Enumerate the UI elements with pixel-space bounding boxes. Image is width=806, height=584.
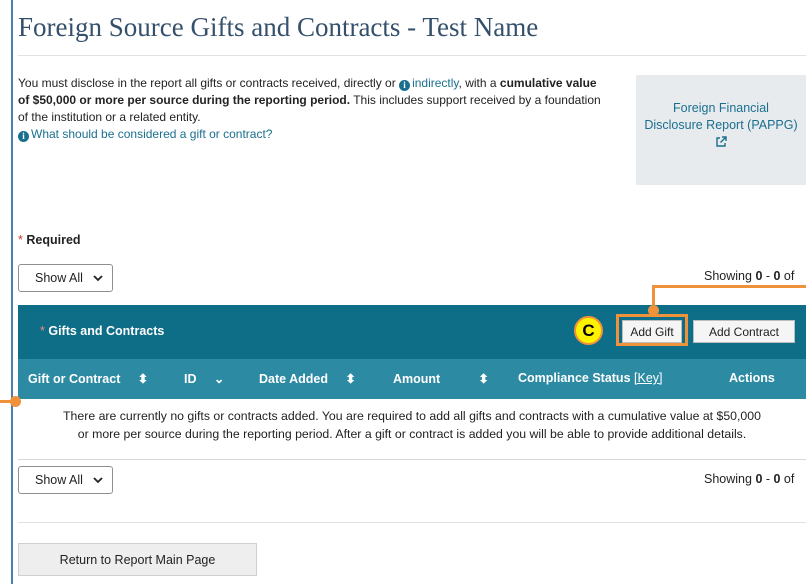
annotation-leader-line bbox=[652, 285, 806, 288]
select-value: Show All bbox=[35, 473, 83, 487]
return-to-report-main-page-button[interactable]: Return to Report Main Page bbox=[18, 543, 257, 576]
column-label: Date Added bbox=[259, 372, 328, 386]
column-header-gift-or-contract[interactable]: Gift or Contract ⬍ bbox=[28, 371, 148, 386]
column-label: ID bbox=[184, 372, 197, 386]
chevron-down-icon bbox=[93, 265, 103, 300]
required-asterisk: * bbox=[40, 324, 45, 338]
page-title: Foreign Source Gifts and Contracts - Tes… bbox=[18, 12, 539, 42]
showing-sep: - bbox=[762, 472, 774, 486]
showing-sep: - bbox=[762, 269, 774, 283]
empty-table-message: There are currently no gifts or contract… bbox=[18, 407, 806, 443]
annotation-highlight-box bbox=[616, 314, 688, 346]
empty-message-line: There are currently no gifts or contract… bbox=[63, 409, 761, 423]
foreign-financial-disclosure-link[interactable]: Foreign Financial Disclosure Report (PAP… bbox=[636, 75, 806, 185]
sort-icon: ⬍ bbox=[345, 372, 356, 386]
showing-prefix: Showing bbox=[704, 269, 756, 283]
showing-suffix: of bbox=[780, 269, 795, 283]
column-header-compliance-status: Compliance Status [Key] bbox=[518, 371, 663, 385]
column-header-amount[interactable]: Amount ⬍ bbox=[393, 371, 489, 386]
footer-divider bbox=[18, 522, 806, 523]
panel-title-text: Gifts and Contracts bbox=[48, 324, 165, 338]
showing-suffix: of bbox=[780, 472, 795, 486]
gift-contract-help-link[interactable]: What should be considered a gift or cont… bbox=[31, 127, 272, 141]
indirectly-link[interactable]: indirectly bbox=[412, 76, 458, 90]
select-value: Show All bbox=[35, 271, 83, 285]
sort-desc-icon: ⌄ bbox=[213, 372, 225, 386]
intro-text: You must disclose in the report all gift… bbox=[18, 75, 608, 143]
showing-count-top: Showing 0 - 0 of bbox=[704, 269, 794, 283]
info-icon: i bbox=[18, 131, 29, 142]
intro-text-part: , with a bbox=[458, 76, 500, 90]
required-note: * Required bbox=[18, 233, 81, 247]
compliance-key-link[interactable]: [Key] bbox=[634, 371, 663, 385]
empty-message-line: or more per source during the reporting … bbox=[77, 427, 747, 441]
chevron-down-icon bbox=[93, 467, 103, 502]
column-header-date-added[interactable]: Date Added ⬍ bbox=[259, 371, 356, 386]
showing-prefix: Showing bbox=[704, 472, 756, 486]
show-all-select-top[interactable]: Show All bbox=[18, 264, 113, 292]
show-all-select-bottom[interactable]: Show All bbox=[18, 466, 113, 494]
sort-icon: ⬍ bbox=[478, 372, 489, 386]
panel-title: * Gifts and Contracts bbox=[40, 324, 164, 338]
title-divider bbox=[18, 55, 806, 56]
table-header-row: Gift or Contract ⬍ ID ⌄ Date Added ⬍ Amo… bbox=[18, 359, 806, 399]
annotation-callout-c: C bbox=[574, 316, 603, 345]
side-box-line1: Foreign Financial bbox=[673, 101, 769, 115]
side-box-line2: Disclosure Report (PAPPG) bbox=[644, 118, 798, 132]
column-label: Gift or Contract bbox=[28, 372, 121, 386]
showing-count-bottom: Showing 0 - 0 of bbox=[704, 472, 794, 486]
sort-icon: ⬍ bbox=[137, 372, 149, 386]
required-label: Required bbox=[26, 233, 81, 247]
info-icon: i bbox=[399, 80, 411, 91]
external-link-icon bbox=[716, 136, 727, 147]
intro-text-part: You must disclose in the report all gift… bbox=[18, 76, 400, 90]
page-left-border bbox=[11, 0, 13, 584]
required-asterisk: * bbox=[18, 233, 23, 247]
column-header-actions: Actions bbox=[729, 371, 775, 385]
annotation-dot bbox=[10, 396, 21, 407]
column-header-id[interactable]: ID ⌄ bbox=[184, 371, 224, 386]
column-label: Amount bbox=[393, 372, 441, 386]
column-label: Compliance Status bbox=[518, 371, 631, 385]
add-contract-button[interactable]: Add Contract bbox=[693, 320, 795, 343]
